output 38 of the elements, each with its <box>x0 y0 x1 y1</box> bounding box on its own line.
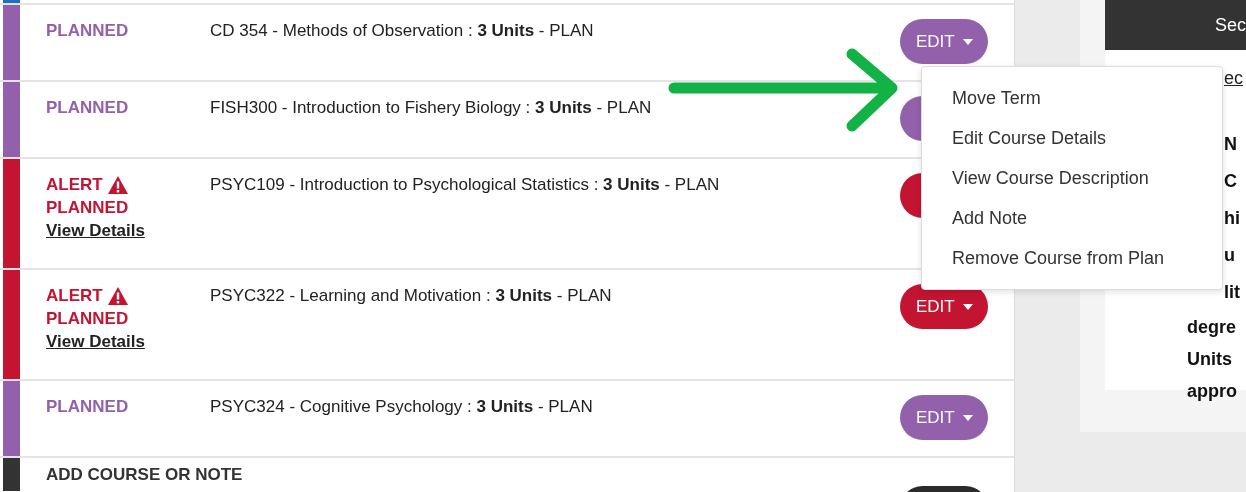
view-details-link[interactable]: View Details <box>46 221 210 241</box>
menu-item[interactable]: Remove Course from Plan <box>922 238 1222 278</box>
status-label: PLANNED <box>46 397 130 417</box>
menu-item[interactable]: Edit Course Details <box>922 118 1222 158</box>
alert-label: ALERT <box>46 175 103 195</box>
status-label: PLANNED <box>46 309 130 329</box>
edit-button[interactable]: EDIT <box>900 284 988 329</box>
add-course-label: ADD COURSE OR NOTE <box>46 464 243 486</box>
course-title: PSYC322 - Learning and Motivation : 3 Units - PLAN <box>210 286 612 306</box>
view-details-link[interactable]: View Details <box>46 332 210 352</box>
section-header: Sec <box>1105 0 1246 50</box>
course-title: PSYC109 - Introduction to Psychological Statistics : 3 Units - PLAN <box>210 175 720 195</box>
caret-icon <box>962 38 973 45</box>
course-title: PSYC324 - Cognitive Psychology : 3 Units - PLAN <box>210 397 593 417</box>
edit-button[interactable]: EDIT <box>900 395 988 440</box>
card-text: C <box>1224 170 1237 193</box>
warning-icon <box>107 176 128 194</box>
status-label: PLANNED <box>46 21 130 41</box>
status-label: PLANNED <box>46 198 130 218</box>
card-text: appro <box>1187 380 1237 403</box>
menu-item[interactable]: Move Term <box>922 78 1222 118</box>
section-link[interactable]: ec <box>1224 62 1243 94</box>
card-text: degre <box>1187 316 1237 339</box>
menu-item[interactable]: Add Note <box>922 198 1222 238</box>
card-text: hi <box>1224 207 1240 230</box>
alert-label: ALERT <box>46 286 103 306</box>
caret-icon <box>962 414 973 421</box>
menu-item[interactable]: View Course Description <box>922 158 1222 198</box>
course-title: FISH300 - Introduction to Fishery Biology : 3 Units - PLAN <box>210 98 652 118</box>
edit-button[interactable]: EDIT <box>900 19 988 64</box>
card-text: u <box>1224 244 1235 267</box>
course-title: CD 354 - Methods of Observation : 3 Units - PLAN <box>210 21 594 41</box>
caret-icon <box>962 303 973 310</box>
card-text: lit <box>1224 281 1240 304</box>
status-label: PLANNED <box>46 98 130 118</box>
warning-icon <box>107 287 128 305</box>
card-text: N <box>1224 133 1237 156</box>
card-text: Units <box>1187 348 1232 371</box>
